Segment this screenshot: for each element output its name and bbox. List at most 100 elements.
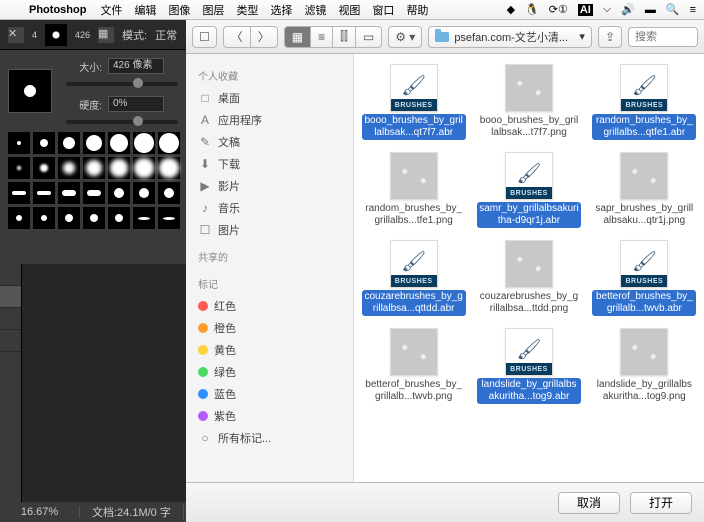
hardness-slider[interactable]	[66, 120, 178, 124]
brush-angle-preview[interactable]	[8, 69, 52, 113]
sidebar-item[interactable]: ✎ 文稿	[186, 131, 353, 153]
sidebar-label: 影片	[218, 178, 240, 194]
search-box[interactable]	[628, 27, 698, 47]
arrange-button[interactable]: ⚙ ▾	[388, 26, 422, 48]
menu-type[interactable]: 类型	[236, 2, 258, 18]
sidebar-tag[interactable]: 黄色	[186, 339, 353, 361]
doc-size[interactable]: 文档:24.1M/0 字	[80, 504, 184, 520]
sidebar-toggle-icon[interactable]: ☐	[192, 26, 217, 48]
file-name: landslide_by_grillalbsakuritha...tog9.ab…	[477, 378, 581, 404]
sidebar-all-tags[interactable]: ○所有标记...	[186, 427, 353, 449]
brush-panel-icon[interactable]: ▦	[98, 27, 114, 43]
file-item[interactable]: booo_brushes_by_grillalbsak...t7f7.png	[477, 64, 581, 140]
brush-num-1: 4	[32, 30, 37, 40]
battery-icon[interactable]: ▬	[645, 4, 656, 16]
file-grid-area[interactable]: 🖌BRUSHESbooo_brushes_by_grillalbsak...qt…	[354, 54, 704, 482]
list-view-button[interactable]: ≡	[310, 26, 332, 48]
file-item[interactable]: sapr_brushes_by_grillalbsaku...qtr1j.png	[592, 152, 696, 228]
zoom-level[interactable]: 16.67%	[0, 506, 80, 518]
menu-filter[interactable]: 滤镜	[304, 2, 326, 18]
sidebar-tag[interactable]: 红色	[186, 295, 353, 317]
file-item[interactable]: couzarebrushes_by_grillalbsa...ttdd.png	[477, 240, 581, 316]
file-item[interactable]: 🖌BRUSHESsamr_by_grillalbsakuritha-d9qr1j…	[477, 152, 581, 228]
brush-icon: 🖌	[630, 247, 658, 275]
menu-image[interactable]: 图像	[168, 2, 190, 18]
file-name: random_brushes_by_grillalbs...tfe1.png	[362, 202, 466, 228]
open-button[interactable]: 打开	[630, 492, 692, 514]
file-item[interactable]: 🖌BRUSHESrandom_brushes_by_grillalbs...qt…	[592, 64, 696, 140]
tool-sidebar[interactable]	[0, 264, 22, 502]
sidebar-label: 应用程序	[218, 112, 262, 128]
sidebar-tag[interactable]: 绿色	[186, 361, 353, 383]
tag-dot-icon	[198, 389, 208, 399]
sidebar-icon: ♪	[198, 201, 212, 215]
file-item[interactable]: random_brushes_by_grillalbs...tfe1.png	[362, 152, 466, 228]
cover-view-button[interactable]: ▭	[355, 26, 382, 48]
column-view-button[interactable]: ⫿⫿	[332, 26, 355, 48]
sidebar-item[interactable]: ⬇下载	[186, 153, 353, 175]
notif-icon[interactable]: ≡	[690, 4, 696, 16]
menu-help[interactable]: 帮助	[406, 2, 428, 18]
share-button[interactable]: ⇪	[598, 26, 622, 48]
brush-tool-icon[interactable]: ✕	[8, 27, 24, 43]
sidebar-tag[interactable]: 紫色	[186, 405, 353, 427]
sidebar-item[interactable]: A应用程序	[186, 109, 353, 131]
brush-preset-icon[interactable]	[45, 24, 67, 46]
sidebar-label: 文稿	[218, 134, 240, 150]
menu-window[interactable]: 窗口	[372, 2, 394, 18]
sidebar-icon: □	[198, 91, 212, 105]
penguin-icon[interactable]: 🐧	[525, 3, 539, 16]
wifi-icon[interactable]: ⌵	[603, 3, 611, 16]
menu-select[interactable]: 选择	[270, 2, 292, 18]
tag-label: 红色	[214, 298, 236, 314]
brushes-tag: BRUSHES	[391, 275, 437, 287]
forward-button[interactable]: 〉	[250, 26, 278, 48]
menu-file[interactable]: 文件	[100, 2, 122, 18]
sidebar-label: 下载	[218, 156, 240, 172]
sidebar-item[interactable]: ☐图片	[186, 219, 353, 241]
brush-preset-grid[interactable]	[8, 132, 178, 229]
spotlight-icon[interactable]: 🔍	[666, 3, 680, 16]
file-item[interactable]: 🖌BRUSHEScouzarebrushes_by_grillalbsa...q…	[362, 240, 466, 316]
brushes-tag: BRUSHES	[506, 187, 552, 199]
sidebar-tag[interactable]: 橙色	[186, 317, 353, 339]
brushes-thumb: 🖌BRUSHES	[390, 240, 438, 288]
open-dialog: ☐ 〈 〉 ▦ ≡ ⫿⫿ ▭ ⚙ ▾ psefan.com-文艺小清...▾ ⇪…	[186, 20, 704, 522]
brush-num-2: 426	[75, 30, 90, 40]
file-item[interactable]: betterof_brushes_by_grillalb...twvb.png	[362, 328, 466, 404]
file-name: betterof_brushes_by_grillalb...twvb.png	[362, 378, 466, 404]
sidebar-item[interactable]: □桌面	[186, 87, 353, 109]
path-label: psefan.com-文艺小清...	[454, 29, 568, 45]
sidebar-item[interactable]: ♪音乐	[186, 197, 353, 219]
tag-dot-icon	[198, 411, 208, 421]
sidebar-item[interactable]: ▶影片	[186, 175, 353, 197]
back-button[interactable]: 〈	[223, 26, 250, 48]
tag-label: 黄色	[214, 342, 236, 358]
file-item[interactable]: 🖌BRUSHESbetterof_brushes_by_grillalb...t…	[592, 240, 696, 316]
file-item[interactable]: landslide_by_grillalbsakuritha...tog9.pn…	[592, 328, 696, 404]
ai-icon[interactable]: AI	[578, 4, 593, 16]
search-input[interactable]	[628, 27, 698, 47]
updates-icon[interactable]: ⟳①	[549, 3, 568, 16]
hardness-value[interactable]: 0%	[108, 96, 164, 112]
mode-value[interactable]: 正常	[155, 27, 177, 43]
file-name: sapr_brushes_by_grillalbsaku...qtr1j.png	[592, 202, 696, 228]
size-slider[interactable]	[66, 82, 178, 86]
file-item[interactable]: 🖌BRUSHESlandslide_by_grillalbsakuritha..…	[477, 328, 581, 404]
menu-view[interactable]: 视图	[338, 2, 360, 18]
icon-view-button[interactable]: ▦	[284, 26, 310, 48]
sidebar-icon: ✎	[198, 135, 212, 149]
size-value[interactable]: 426 像素	[108, 58, 164, 74]
cancel-button[interactable]: 取消	[558, 492, 620, 514]
menu-layer[interactable]: 图层	[202, 2, 224, 18]
path-dropdown[interactable]: psefan.com-文艺小清...▾	[428, 26, 592, 48]
sidebar-tag[interactable]: 蓝色	[186, 383, 353, 405]
brushes-thumb: 🖌BRUSHES	[390, 64, 438, 112]
app-name[interactable]: Photoshop	[29, 4, 86, 16]
cc-icon[interactable]: ◆	[507, 3, 515, 16]
file-item[interactable]: 🖌BRUSHESbooo_brushes_by_grillalbsak...qt…	[362, 64, 466, 140]
volume-icon[interactable]: 🔊	[621, 3, 635, 16]
image-thumb	[390, 152, 438, 200]
hardness-label: 硬度:	[66, 97, 102, 112]
menu-edit[interactable]: 编辑	[134, 2, 156, 18]
